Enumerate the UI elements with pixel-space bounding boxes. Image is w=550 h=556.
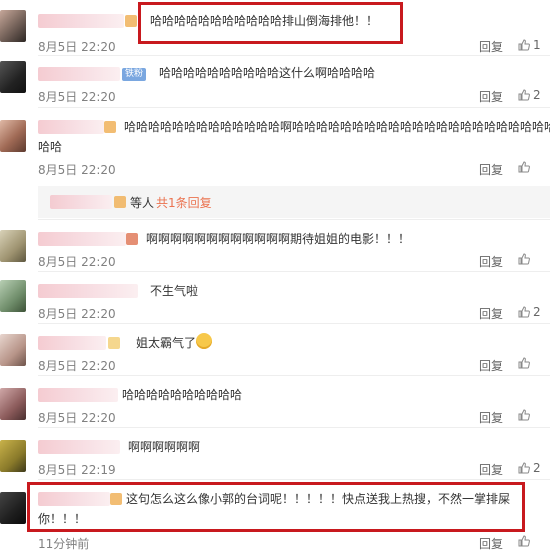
user-badge-icon	[125, 15, 137, 27]
thumbs-up-icon	[518, 409, 530, 421]
comment-text: 这句怎么这么像小郭的台词呢！！！！！快点送我上热搜，不然一掌排屎	[126, 492, 511, 506]
avatar[interactable]	[0, 280, 26, 312]
comment-text: 哈哈哈哈哈哈哈哈哈哈哈哈哈啊哈哈哈哈哈哈哈哈哈哈哈哈哈哈哈哈哈哈哈哈哈哈	[124, 120, 550, 134]
reply-button[interactable]: 回复	[479, 38, 503, 55]
comment-text: 哈哈哈哈哈哈哈哈哈哈哈排山倒海排他！！	[150, 14, 379, 28]
comment-text-continued: 你！！！	[38, 512, 87, 526]
thumbs-up-icon	[518, 253, 530, 265]
sub-reply-box[interactable]: 等人 共1条回复	[38, 186, 550, 218]
like-button[interactable]	[518, 161, 533, 173]
sub-reply-link[interactable]: 共1条回复	[156, 194, 212, 211]
comment-time: 8月5日 22:19	[38, 463, 116, 477]
reply-button[interactable]: 回复	[479, 161, 503, 178]
like-count: 2	[533, 305, 541, 319]
comment-item: 这句怎么这么像小郭的台词呢！！！！！快点送我上热搜，不然一掌排屎 你！！！ 11…	[0, 480, 550, 556]
comment-time: 8月5日 22:20	[38, 90, 116, 104]
comment-time: 8月5日 22:20	[38, 411, 116, 425]
like-button[interactable]	[518, 535, 533, 547]
fan-badge: 铁粉	[122, 68, 147, 81]
username[interactable]	[38, 492, 110, 506]
username[interactable]	[38, 232, 126, 246]
comment-time: 8月5日 22:20	[38, 40, 116, 54]
comment-text: 不生气啦	[150, 284, 199, 298]
comment-time: 8月5日 22:20	[38, 255, 116, 269]
like-button[interactable]: 2	[518, 305, 541, 319]
thumbs-up-icon	[518, 535, 530, 547]
reply-button[interactable]: 回复	[479, 461, 503, 478]
avatar[interactable]	[0, 10, 26, 42]
like-count: 1	[533, 38, 541, 52]
avatar[interactable]	[0, 120, 26, 152]
comment-text: 哈哈哈哈哈哈哈哈哈哈	[122, 388, 243, 402]
like-button[interactable]	[518, 409, 533, 421]
like-button[interactable]: 1	[518, 38, 541, 52]
reply-button[interactable]: 回复	[479, 409, 503, 426]
username[interactable]	[38, 388, 118, 402]
comment-item: 铁粉 哈哈哈哈哈哈哈哈哈哈这什么啊哈哈哈哈 8月5日 22:20 回复 2	[0, 56, 550, 108]
username[interactable]	[38, 284, 138, 298]
username[interactable]	[38, 440, 120, 454]
user-badge-icon	[114, 196, 126, 208]
avatar[interactable]	[0, 492, 26, 524]
comment-item: 啊啊啊啊啊啊啊啊啊啊啊啊期待姐姐的电影！！！ 8月5日 22:20 回复	[0, 220, 550, 272]
avatar[interactable]	[0, 61, 26, 93]
comment-text: 姐太霸气了	[136, 336, 197, 350]
avatar[interactable]	[0, 440, 26, 472]
like-button[interactable]	[518, 253, 533, 265]
reply-button[interactable]: 回复	[479, 253, 503, 270]
like-button[interactable]: 2	[518, 461, 541, 475]
laughing-emoji-icon	[196, 333, 212, 349]
reply-button[interactable]: 回复	[479, 88, 503, 105]
user-badge-icon	[108, 337, 120, 349]
comment-time: 8月5日 22:20	[38, 163, 116, 177]
comment-time: 8月5日 22:20	[38, 359, 116, 373]
avatar[interactable]	[0, 388, 26, 420]
like-count: 2	[533, 88, 541, 102]
user-badge-icon	[104, 121, 116, 133]
thumbs-up-icon	[518, 161, 530, 173]
username[interactable]	[38, 336, 106, 350]
username[interactable]	[38, 120, 104, 134]
comment-time: 11分钟前	[38, 537, 90, 551]
sub-reply-prefix: 等人	[130, 196, 155, 210]
avatar[interactable]	[0, 230, 26, 262]
username[interactable]	[38, 67, 120, 81]
like-button[interactable]	[518, 357, 533, 369]
comment-text: 啊啊啊啊啊啊	[128, 440, 201, 454]
comment-time: 8月5日 22:20	[38, 307, 116, 321]
thumbs-up-icon	[518, 89, 530, 101]
user-badge-icon	[110, 493, 122, 505]
comment-item: 哈哈哈哈哈哈哈哈哈哈哈排山倒海排他！！ 8月5日 22:20 回复 1	[0, 0, 550, 56]
username[interactable]	[38, 14, 124, 28]
thumbs-up-icon	[518, 462, 530, 474]
like-button[interactable]: 2	[518, 88, 541, 102]
like-count: 2	[533, 461, 541, 475]
comment-item: 啊啊啊啊啊啊 8月5日 22:19 回复 2	[0, 428, 550, 480]
user-badge-icon	[126, 233, 138, 245]
thumbs-up-icon	[518, 306, 530, 318]
sub-reply-username[interactable]	[50, 195, 112, 209]
comment-text: 啊啊啊啊啊啊啊啊啊啊啊啊期待姐姐的电影！！！	[146, 232, 411, 246]
comment-text-continued: 哈哈	[38, 140, 63, 154]
reply-button[interactable]: 回复	[479, 535, 503, 552]
thumbs-up-icon	[518, 39, 530, 51]
comment-item: 姐太霸气了 8月5日 22:20 回复	[0, 324, 550, 376]
comment-item: 哈哈哈哈哈哈哈哈哈哈哈哈哈啊哈哈哈哈哈哈哈哈哈哈哈哈哈哈哈哈哈哈哈哈哈哈 哈哈 …	[0, 108, 550, 220]
reply-button[interactable]: 回复	[479, 305, 503, 322]
comment-item: 不生气啦 8月5日 22:20 回复 2	[0, 272, 550, 324]
thumbs-up-icon	[518, 357, 530, 369]
comment-text: 哈哈哈哈哈哈哈哈哈哈这什么啊哈哈哈哈	[159, 66, 376, 80]
reply-button[interactable]: 回复	[479, 357, 503, 374]
avatar[interactable]	[0, 334, 26, 366]
comment-item: 哈哈哈哈哈哈哈哈哈哈 8月5日 22:20 回复	[0, 376, 550, 428]
